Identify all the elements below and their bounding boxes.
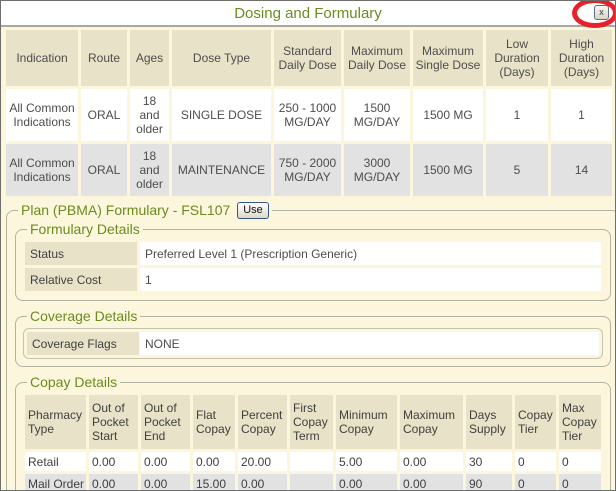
use-button[interactable]: Use — [237, 202, 269, 219]
copay-cell: Retail — [25, 452, 86, 471]
copay-header-pharmacy-type: Pharmacy Type — [25, 395, 86, 449]
dosing-header-ages: Ages — [130, 30, 169, 86]
dosing-cell: 5 — [486, 144, 548, 196]
copay-header-max-copay-tier: Max Copay Tier — [559, 395, 601, 449]
dosing-header-maximum-daily-dose: Maximum Daily Dose — [344, 30, 410, 86]
copay-row-retail: Retail 0.00 0.00 0.00 20.00 5.00 0.00 30… — [25, 452, 601, 471]
copay-cell — [290, 452, 333, 471]
dosing-cell: 18 and older — [130, 144, 169, 196]
plan-formulary-title: Plan (PBMA) Formulary - FSL107 — [21, 202, 230, 218]
dosing-table: Indication Route Ages Dose Type Standard… — [3, 27, 615, 199]
copay-cell: 30 — [466, 452, 512, 471]
dosing-header-maximum-single-dose: Maximum Single Dose — [413, 30, 483, 86]
dosing-cell: MAINTENANCE — [172, 144, 271, 196]
copay-cell: 0 — [515, 452, 556, 471]
dosing-cell: 3000 MG/DAY — [344, 144, 410, 196]
dosing-cell: 1 — [551, 89, 612, 141]
relative-cost-value: 1 — [140, 268, 601, 291]
coverage-details-section: Coverage Details Coverage Flags NONE — [15, 308, 611, 367]
dosing-formulary-window: Dosing and Formulary x Indication Route … — [0, 0, 616, 491]
coverage-flags-row: Coverage Flags NONE — [27, 332, 599, 355]
copay-cell: 5.00 — [336, 452, 397, 471]
dosing-cell: 18 and older — [130, 89, 169, 141]
coverage-flags-label: Coverage Flags — [27, 332, 139, 355]
dosing-cell: 1500 MG/DAY — [344, 89, 410, 141]
formulary-details-section: Formulary Details Status Preferred Level… — [15, 221, 611, 301]
copay-header-maximum-copay: Maximum Copay — [400, 395, 463, 449]
copay-header-oop-start: Out of Pocket Start — [89, 395, 138, 449]
copay-row-mail-order: Mail Order 0.00 0.00 15.00 0.00 0.00 0.0… — [25, 474, 601, 491]
copay-cell: Mail Order — [25, 474, 86, 491]
window-title: Dosing and Formulary — [234, 5, 382, 22]
dosing-row-maintenance: All Common Indications ORAL 18 and older… — [6, 144, 612, 196]
dosing-row-single-dose: All Common Indications ORAL 18 and older… — [6, 89, 612, 141]
copay-cell — [290, 474, 333, 491]
copay-table: Pharmacy Type Out of Pocket Start Out of… — [22, 392, 604, 491]
copay-cell: 0.00 — [193, 452, 235, 471]
copay-cell: 0.00 — [89, 474, 138, 491]
copay-cell: 15.00 — [193, 474, 235, 491]
copay-cell: 0 — [515, 474, 556, 491]
copay-details-legend: Copay Details — [27, 374, 120, 390]
close-button[interactable]: x — [594, 5, 609, 20]
coverage-flags-value: NONE — [140, 332, 599, 355]
dosing-cell: 14 — [551, 144, 612, 196]
copay-header-oop-end: Out of Pocket End — [141, 395, 190, 449]
coverage-flags-box: Coverage Flags NONE — [23, 328, 603, 359]
copay-cell: 0 — [559, 474, 601, 491]
plan-formulary-section: Plan (PBMA) Formulary - FSL107 Use Formu… — [6, 202, 616, 491]
copay-header-copay-tier: Copay Tier — [515, 395, 556, 449]
dosing-cell: 250 - 1000 MG/DAY — [274, 89, 341, 141]
copay-details-section: Copay Details Pharmacy Type Out of Pocke… — [15, 374, 611, 491]
dosing-cell: All Common Indications — [6, 89, 78, 141]
relative-cost-row: Relative Cost 1 — [25, 268, 601, 291]
copay-cell: 0.00 — [238, 474, 287, 491]
copay-cell: 90 — [466, 474, 512, 491]
copay-header-first-copay-term: First Copay Term — [290, 395, 333, 449]
copay-cell: 0.00 — [336, 474, 397, 491]
copay-header-minimum-copay: Minimum Copay — [336, 395, 397, 449]
dosing-header-high-duration: High Duration (Days) — [551, 30, 612, 86]
dosing-header-route: Route — [81, 30, 127, 86]
formulary-details-table: Status Preferred Level 1 (Prescription G… — [22, 239, 604, 294]
copay-header-days-supply: Days Supply — [466, 395, 512, 449]
copay-cell: 0.00 — [400, 474, 463, 491]
copay-cell: 0.00 — [89, 452, 138, 471]
dosing-header-dose-type: Dose Type — [172, 30, 271, 86]
copay-cell: 0 — [559, 452, 601, 471]
close-icon: x — [599, 7, 604, 17]
dosing-cell: SINGLE DOSE — [172, 89, 271, 141]
copay-header-percent-copay: Percent Copay — [238, 395, 287, 449]
formulary-details-legend: Formulary Details — [27, 221, 143, 237]
copay-cell: 0.00 — [400, 452, 463, 471]
coverage-details-table: Coverage Flags NONE — [26, 331, 600, 356]
dosing-cell: 1500 MG — [413, 89, 483, 141]
status-row: Status Preferred Level 1 (Prescription G… — [25, 242, 601, 265]
status-label: Status — [25, 242, 137, 265]
dosing-cell: 1 — [486, 89, 548, 141]
dosing-cell: ORAL — [81, 89, 127, 141]
coverage-details-legend: Coverage Details — [27, 308, 140, 324]
dosing-header-standard-daily-dose: Standard Daily Dose — [274, 30, 341, 86]
copay-cell: 0.00 — [141, 474, 190, 491]
dosing-cell: All Common Indications — [6, 144, 78, 196]
dosing-cell: 1500 MG — [413, 144, 483, 196]
dosing-cell: ORAL — [81, 144, 127, 196]
dosing-header-row: Indication Route Ages Dose Type Standard… — [6, 30, 612, 86]
dosing-cell: 750 - 2000 MG/DAY — [274, 144, 341, 196]
status-value: Preferred Level 1 (Prescription Generic) — [140, 242, 601, 265]
copay-header-row: Pharmacy Type Out of Pocket Start Out of… — [25, 395, 601, 449]
copay-cell: 0.00 — [141, 452, 190, 471]
plan-formulary-legend: Plan (PBMA) Formulary - FSL107 Use — [18, 202, 272, 219]
titlebar: Dosing and Formulary x — [1, 1, 615, 27]
copay-header-flat-copay: Flat Copay — [193, 395, 235, 449]
relative-cost-label: Relative Cost — [25, 268, 137, 291]
dosing-header-low-duration: Low Duration (Days) — [486, 30, 548, 86]
copay-cell: 20.00 — [238, 452, 287, 471]
dosing-header-indication: Indication — [6, 30, 78, 86]
